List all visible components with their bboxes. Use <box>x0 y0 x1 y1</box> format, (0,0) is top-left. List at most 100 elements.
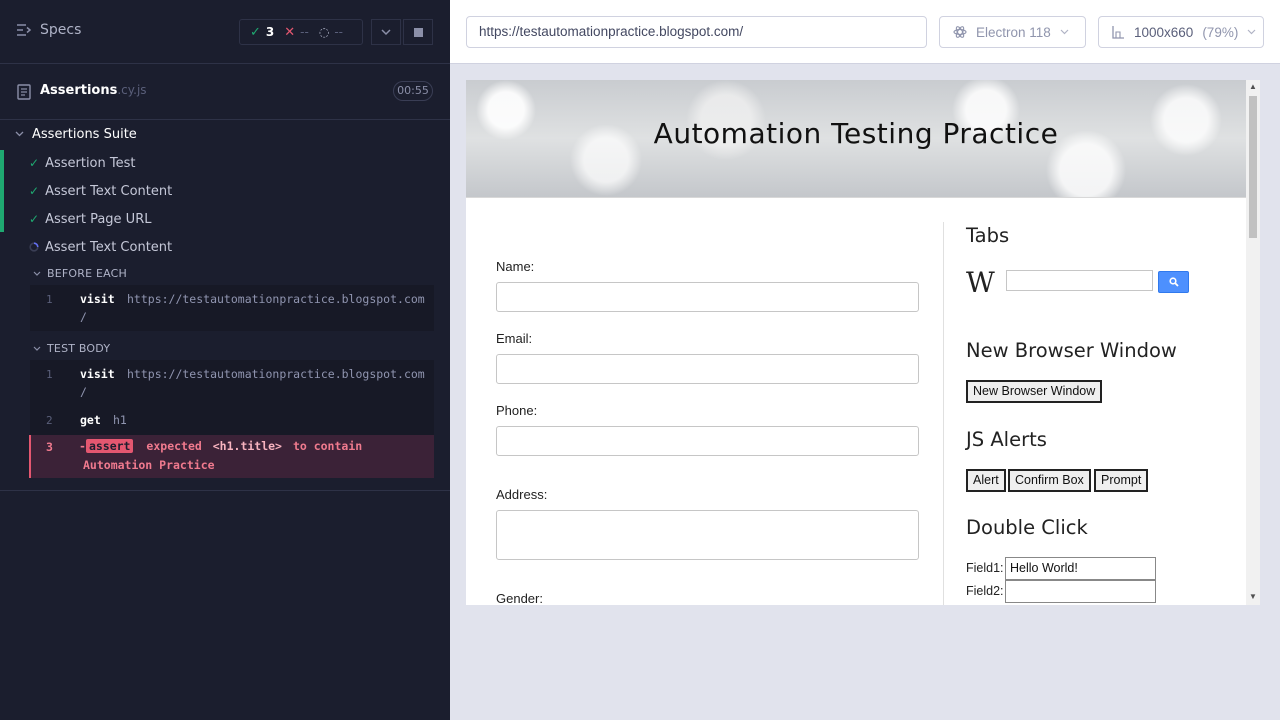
command-arg-continued: / <box>80 310 87 324</box>
phone-input[interactable] <box>496 426 919 456</box>
command-arg: https://testautomationpractice.blogspot.… <box>127 367 425 381</box>
browser-name: Electron 118 <box>976 24 1051 40</box>
test-title: Assert Text Content <box>45 239 173 255</box>
test-body-header[interactable]: TEST BODY <box>33 342 110 355</box>
aut-iframe: Automation Testing Practice Name: Email:… <box>466 80 1260 605</box>
passed-count: 3 <box>265 25 275 39</box>
stop-square-icon <box>413 27 423 37</box>
chevron-down-icon <box>15 131 24 137</box>
pending-circle-icon: ◌ <box>318 25 330 39</box>
scroll-down-arrow-icon[interactable]: ▼ <box>1249 592 1257 601</box>
specs-toggle-button[interactable]: Specs <box>16 22 81 38</box>
check-icon: ✓ <box>29 156 40 170</box>
check-icon: ✓ <box>250 24 261 40</box>
spec-name: Assertions <box>40 83 118 98</box>
test-row-running[interactable]: Assert Text Content <box>0 233 450 261</box>
chevron-down-icon <box>33 346 41 351</box>
email-label: Email: <box>496 331 533 346</box>
field2-input[interactable] <box>1005 580 1156 603</box>
gender-label: Gender: <box>496 591 543 605</box>
specs-label: Specs <box>40 22 82 38</box>
test-title: Assertion Test <box>45 155 136 171</box>
failed-stat: ✕ -- <box>274 25 309 40</box>
chevron-down-icon <box>33 271 41 276</box>
suite-title-row[interactable]: Assertions Suite <box>0 124 450 144</box>
field1-input[interactable]: Hello World! <box>1005 557 1156 580</box>
command-name: visit <box>80 367 115 381</box>
assert-message-line: - assert expected <h1.title> to contain <box>79 439 362 453</box>
aut-panel: https://testautomationpractice.blogspot.… <box>450 0 1280 720</box>
check-icon: ✓ <box>29 212 40 226</box>
field2-label: Field2: <box>966 584 1004 598</box>
chevron-down-icon <box>1247 29 1256 35</box>
command-row[interactable]: 1 visit https://testautomationpractice.b… <box>30 285 434 324</box>
js-alerts-heading: JS Alerts <box>966 428 1047 451</box>
test-body-commands: 1 visit https://testautomationpractice.b… <box>30 360 434 435</box>
command-arg: h1 <box>113 413 127 427</box>
collapse-toggle-button[interactable] <box>371 19 401 45</box>
test-row[interactable]: ✓ Assertion Test <box>0 149 450 177</box>
page-header-banner: Automation Testing Practice <box>466 80 1246 198</box>
assert-expected: expected <box>146 439 202 453</box>
confirm-box-button[interactable]: Confirm Box <box>1008 469 1091 492</box>
command-arg-continued: / <box>80 385 87 399</box>
url-bar[interactable]: https://testautomationpractice.blogspot.… <box>466 16 927 48</box>
scroll-up-arrow-icon[interactable]: ▲ <box>1249 82 1257 91</box>
reporter-panel: Specs ✓ 3 ✕ -- ◌ -- Assertions.cy.js 00:… <box>0 0 450 720</box>
test-row[interactable]: ✓ Assert Text Content <box>0 177 450 205</box>
viewport-info[interactable]: 1000x660 (79%) <box>1098 16 1264 48</box>
wikipedia-search-input[interactable] <box>1006 270 1153 291</box>
command-row[interactable]: 1 visit https://testautomationpractice.b… <box>30 360 434 406</box>
search-icon <box>1168 277 1179 287</box>
command-name: get <box>80 413 101 427</box>
reporter-header: Specs ✓ 3 ✕ -- ◌ -- <box>0 0 450 64</box>
double-click-heading: Double Click <box>966 516 1088 539</box>
test-row[interactable]: ✓ Assert Page URL <box>0 205 450 233</box>
before-each-header[interactable]: BEFORE EACH <box>33 267 127 280</box>
command-number: 1 <box>46 293 53 306</box>
cross-icon: ✕ <box>284 24 296 40</box>
failed-assert-command[interactable]: 3 - assert expected <h1.title> to contain… <box>29 435 434 478</box>
chevron-down-icon <box>1060 29 1069 35</box>
page-title: Automation Testing Practice <box>653 117 1059 150</box>
prompt-button[interactable]: Prompt <box>1094 469 1149 492</box>
new-browser-window-button[interactable]: New Browser Window <box>966 380 1103 403</box>
viewport-scale: (79%) <box>1202 24 1239 40</box>
specs-list-icon <box>17 24 32 36</box>
command-number: 3 <box>46 440 53 454</box>
assert-to-contain: to contain <box>292 439 363 453</box>
wikipedia-logo: W <box>966 266 995 299</box>
phone-label: Phone: <box>496 403 538 418</box>
spec-extension: .cy.js <box>117 83 147 97</box>
name-input[interactable] <box>496 282 919 312</box>
alert-button[interactable]: Alert <box>966 469 1006 492</box>
scrollbar-thumb[interactable] <box>1249 96 1257 238</box>
email-input[interactable] <box>496 354 919 384</box>
assert-prefix: - <box>79 439 86 453</box>
pending-stat: ◌ -- <box>309 25 343 39</box>
name-label: Name: <box>496 259 535 274</box>
spec-file-name: Assertions.cy.js <box>40 83 147 98</box>
command-name: visit <box>80 292 115 306</box>
address-textarea[interactable] <box>496 510 919 560</box>
command-arg: https://testautomationpractice.blogspot.… <box>127 292 425 306</box>
electron-icon <box>953 26 967 38</box>
ruler-icon <box>1112 26 1124 39</box>
before-each-label: BEFORE EACH <box>47 267 128 280</box>
stop-button[interactable] <box>403 19 433 45</box>
frame-scrollbar[interactable]: ▲ ▼ <box>1246 80 1260 605</box>
viewport-size: 1000x660 <box>1134 24 1194 40</box>
before-each-commands: 1 visit https://testautomationpractice.b… <box>30 285 434 331</box>
browser-selector[interactable]: Electron 118 <box>939 16 1086 48</box>
wikipedia-search-button[interactable] <box>1158 271 1189 293</box>
aut-toolbar: https://testautomationpractice.blogspot.… <box>450 0 1280 64</box>
address-label: Address: <box>496 487 548 502</box>
document-icon <box>17 84 31 100</box>
command-number: 2 <box>46 414 53 427</box>
check-icon: ✓ <box>29 184 40 198</box>
assert-badge: assert <box>85 439 134 453</box>
assert-expected-text: Automation Practice <box>83 458 215 472</box>
failed-count: -- <box>300 25 309 39</box>
test-title: Assert Page URL <box>45 211 152 227</box>
command-row[interactable]: 2 get h1 <box>30 406 434 434</box>
